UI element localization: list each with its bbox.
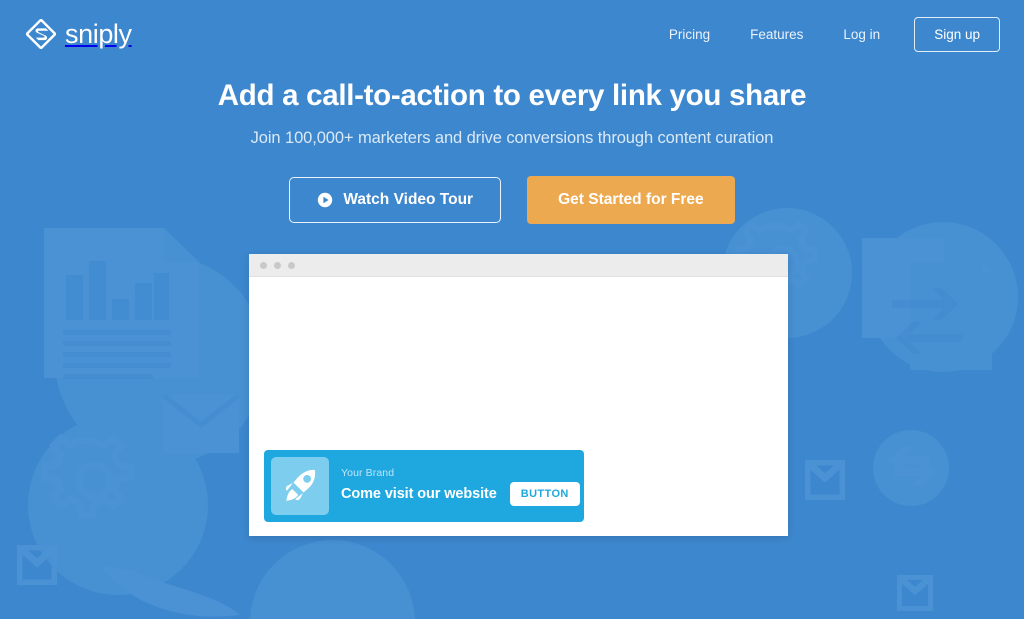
watermark-chart-bars (66, 255, 171, 320)
sniply-cta-content: Your Brand Come visit our website BUTTON (341, 466, 580, 506)
page-title: Add a call-to-action to every link you s… (217, 79, 807, 112)
watermark-circle-exchange (873, 430, 949, 506)
watermark-chart-lines (63, 330, 171, 380)
watermark-envelope-icon-left (163, 395, 239, 453)
sniply-cta-button[interactable]: BUTTON (509, 481, 580, 506)
window-maximize-dot-icon[interactable] (288, 261, 295, 269)
watermark-circle-far-right (868, 222, 1018, 372)
sniply-message-row: Come visit our website BUTTON (341, 481, 580, 506)
browser-content-area: Your Brand Come visit our website BUTTON (249, 277, 788, 536)
hero-cta-row: Watch Video Tour Get Started for Free (0, 176, 1024, 225)
nav-item-pricing[interactable]: Pricing (649, 19, 730, 50)
watch-video-tour-button[interactable]: Watch Video Tour (289, 177, 502, 224)
sniply-brand-avatar (271, 457, 329, 515)
logo-wordmark: sniply (65, 18, 132, 49)
main-navigation: Pricing Features Log in Sign up (649, 16, 1000, 52)
site-header: sniply Pricing Features Log in Sign up (0, 0, 1024, 68)
watermark-envelope-icon-small-left (17, 545, 57, 585)
get-started-button[interactable]: Get Started for Free (527, 176, 735, 225)
watermark-circle-bottom (250, 540, 415, 619)
browser-title-bar (249, 254, 788, 277)
sniply-brand-label: Your Brand (341, 466, 395, 479)
watermark-document-transfer-icon (862, 238, 992, 370)
window-close-dot-icon[interactable] (260, 261, 267, 269)
watermark-circle-gear-left (28, 415, 208, 595)
landing-page: sniply Pricing Features Log in Sign up A… (0, 0, 1024, 619)
watch-video-tour-label: Watch Video Tour (343, 191, 474, 209)
watermark-envelope-icon-right (805, 460, 845, 500)
watermark-exchange-arrows-icon (882, 440, 942, 498)
sniply-diamond-s-logo-icon (26, 19, 56, 49)
nav-item-features[interactable]: Features (730, 19, 823, 50)
window-minimize-dot-icon[interactable] (274, 261, 281, 269)
nav-item-login[interactable]: Log in (823, 19, 900, 50)
sniply-cta-bar: Your Brand Come visit our website BUTTON (264, 450, 584, 522)
sign-up-button[interactable]: Sign up (914, 16, 1000, 52)
browser-mockup: Your Brand Come visit our website BUTTON (249, 254, 788, 536)
watermark-bird-icon (95, 555, 245, 619)
sniply-logo[interactable]: sniply (26, 19, 132, 50)
sniply-message-text: Come visit our website (341, 485, 497, 502)
watermark-envelope-icon-bottom (897, 575, 933, 611)
watermark-document-chart-icon (44, 228, 199, 378)
page-subtitle: Join 100,000+ marketers and drive conver… (250, 129, 774, 148)
watermark-circle-left (55, 255, 265, 465)
watermark-gear-icon-left (42, 428, 147, 533)
rocket-icon (285, 469, 316, 501)
play-circle-icon (318, 193, 333, 208)
